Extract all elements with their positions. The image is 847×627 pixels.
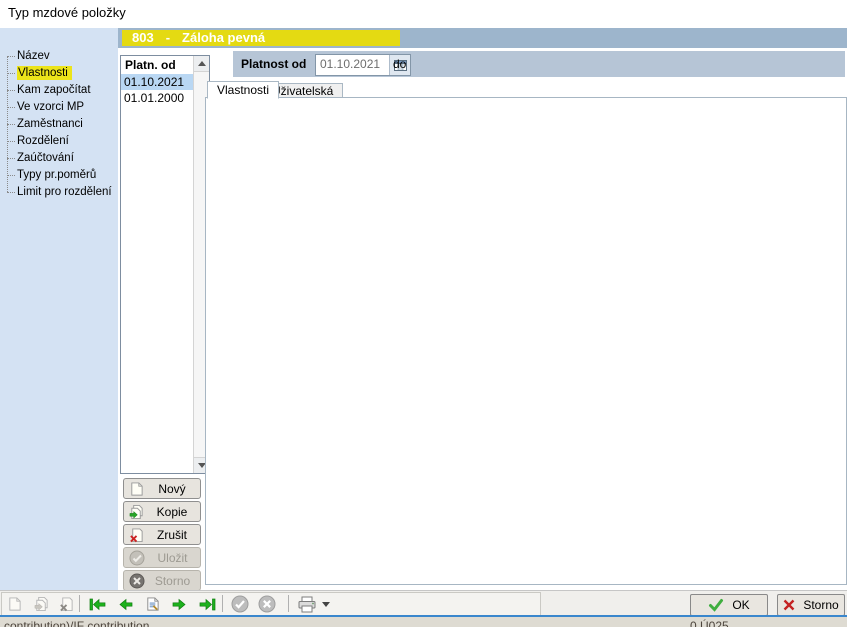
save-button: Uložit (123, 547, 201, 568)
print-menu-arrow-icon[interactable] (322, 602, 330, 607)
toolbar-separator (79, 595, 80, 612)
copy-icon (129, 504, 144, 520)
status-bar: contribution)/IF contribution 0 Ú025 (0, 615, 847, 627)
toolbar-separator (288, 595, 289, 612)
tab-vlastnosti[interactable]: Vlastnosti (207, 81, 279, 99)
next-record-button[interactable] (168, 595, 190, 613)
browse-records-button[interactable] (142, 595, 162, 613)
printer-icon (297, 596, 317, 613)
delete-page-icon (59, 596, 74, 612)
new-page-icon (7, 596, 22, 612)
new-page-icon (129, 481, 144, 497)
record-header-bar: 803-Záloha pevná (118, 28, 847, 48)
last-record-button[interactable] (196, 595, 218, 613)
record-name: Záloha pevná (182, 30, 265, 45)
sidebar-tree: Název Vlastnosti Kam započítat Ve vzorci… (2, 48, 118, 201)
first-record-button[interactable] (86, 595, 108, 613)
previous-record-button[interactable] (114, 595, 136, 613)
toolbar-copy-record-button[interactable] (31, 595, 51, 613)
record-id: 803 (132, 30, 154, 45)
validity-list-header: Platn. od (121, 56, 194, 74)
sidebar-item-ve-vzorci-mp[interactable]: Ve vzorci MP (2, 99, 118, 116)
app-window: Typ mzdové položky Název Vlastnosti Kam … (0, 0, 847, 627)
validity-from-date-value: 01.10.2021 (316, 55, 389, 75)
toolbar-cancel-button[interactable] (257, 595, 277, 613)
validity-panel: Platnost od 01.10.2021 do (233, 51, 845, 77)
toolbar-delete-record-button[interactable] (56, 595, 76, 613)
next-record-icon (172, 597, 187, 612)
record-list-icon (145, 596, 160, 612)
status-left-text: contribution)/IF contribution (4, 619, 149, 627)
first-record-icon (89, 597, 106, 612)
cancel-edit-button: Storno (123, 570, 201, 591)
new-button[interactable]: Nový (123, 478, 201, 499)
previous-record-icon (118, 597, 133, 612)
delete-page-icon (129, 527, 144, 543)
validity-list: Platn. od 01.10.2021 01.01.2000 (120, 55, 210, 474)
cancel-circle-icon (258, 595, 276, 613)
delete-button[interactable]: Zrušit (123, 524, 201, 545)
sidebar-item-vlastnosti[interactable]: Vlastnosti (2, 65, 118, 82)
last-record-icon (199, 597, 216, 612)
arrow-up-icon (198, 61, 206, 66)
sidebar-item-nazev[interactable]: Název (2, 48, 118, 65)
window-title: Typ mzdové položky (8, 5, 126, 20)
toolbar-separator (222, 595, 223, 612)
ok-button[interactable]: OK (690, 594, 768, 616)
save-check-icon (129, 550, 145, 566)
validity-to-label: do (393, 57, 406, 71)
record-header-highlight: 803-Záloha pevná (122, 30, 400, 46)
sidebar: Název Vlastnosti Kam započítat Ve vzorci… (0, 28, 119, 590)
sidebar-item-rozdeleni[interactable]: Rozdělení (2, 133, 118, 150)
list-item[interactable]: 01.10.2021 (121, 74, 194, 90)
ok-check-icon (708, 598, 724, 612)
sidebar-item-zauctovani[interactable]: Zaúčtování (2, 150, 118, 167)
sidebar-item-limit-pro-rozdeleni[interactable]: Limit pro rozdělení (2, 184, 118, 201)
copy-icon (34, 596, 49, 612)
sidebar-highlight: Vlastnosti (17, 66, 72, 80)
validity-from-label: Platnost od (241, 57, 306, 71)
status-right-text: 0 Ú025 (690, 619, 729, 627)
copy-button[interactable]: Kopie (123, 501, 201, 522)
cancel-circle-icon (129, 573, 145, 589)
storno-button[interactable]: Storno (777, 594, 845, 616)
storno-x-icon (783, 599, 795, 611)
record-separator: - (166, 30, 170, 45)
sidebar-item-zamestnanci[interactable]: Zaměstnanci (2, 116, 118, 133)
print-button[interactable] (295, 595, 319, 613)
sidebar-item-kam-zapocitat[interactable]: Kam započítat (2, 82, 118, 99)
tab-content-panel (205, 97, 847, 585)
confirm-circle-icon (231, 595, 249, 613)
scroll-up-button[interactable] (194, 56, 209, 72)
list-item[interactable]: 01.01.2000 (121, 90, 194, 106)
sidebar-item-typy-pr-pomeru[interactable]: Typy pr.poměrů (2, 167, 118, 184)
toolbar-confirm-button[interactable] (230, 595, 250, 613)
toolbar-new-record-button[interactable] (4, 595, 24, 613)
